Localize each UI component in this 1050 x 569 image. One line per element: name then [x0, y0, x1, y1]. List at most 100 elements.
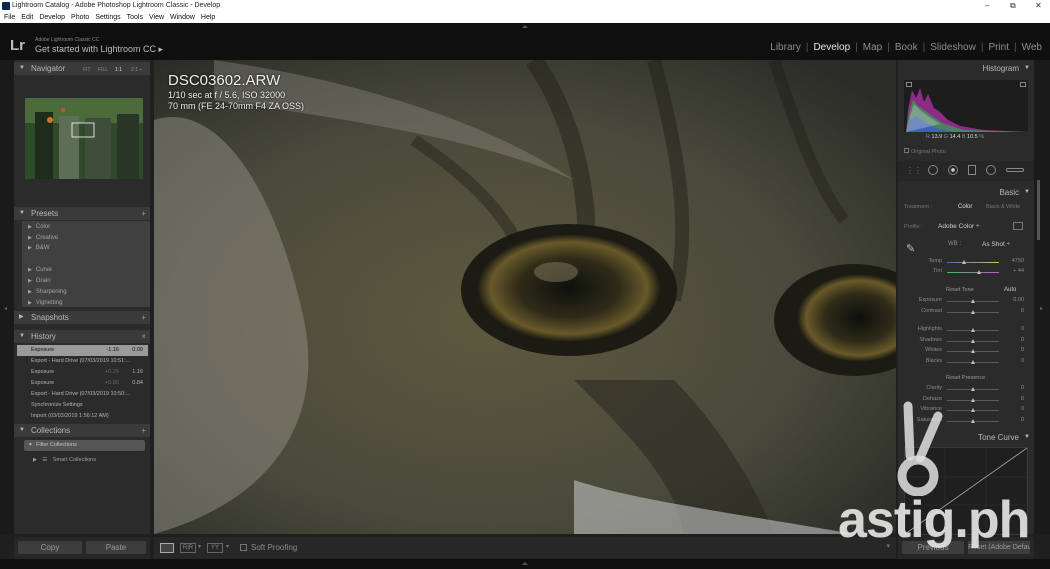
before-after-dropdown-icon[interactable]: ▾	[198, 543, 201, 550]
slider-value[interactable]: 0	[1021, 308, 1024, 314]
clear-history-icon[interactable]: ×	[141, 330, 146, 343]
slider-shadows[interactable]: Shadows 0	[900, 337, 1024, 346]
slider-value[interactable]: 0.00	[1013, 297, 1024, 303]
slider-clarity[interactable]: Clarity 0	[900, 385, 1024, 394]
slider-knob[interactable]	[971, 328, 975, 332]
right-scrollbar[interactable]	[1037, 180, 1040, 240]
copy-button[interactable]: Copy	[18, 541, 82, 554]
white-balance-picker-icon[interactable]: ✎	[906, 242, 920, 256]
navigator-header[interactable]: ▼ Navigator FIT FILL 1:1 2:1 ÷	[14, 62, 150, 75]
preset-group-vignetting[interactable]: ▶ Vignetting	[28, 300, 62, 306]
preset-group-curve[interactable]: ▶ Curve	[28, 267, 52, 273]
preset-group-sharpening[interactable]: ▶ Sharpening	[28, 289, 67, 295]
basic-header[interactable]: Basic ▼	[898, 186, 1034, 199]
red-eye-icon[interactable]	[948, 165, 958, 175]
menu-help[interactable]: Help	[201, 14, 215, 21]
menu-settings[interactable]: Settings	[95, 14, 120, 21]
close-icon[interactable]: ✕	[1035, 0, 1042, 12]
module-web[interactable]: Web	[1022, 42, 1042, 53]
zoom-2-1[interactable]: 2:1 ÷	[131, 64, 142, 77]
collapse-right-icon[interactable]: ▸	[1040, 305, 1043, 312]
temp-slider[interactable]: Temp 4750	[900, 258, 1024, 267]
module-develop[interactable]: Develop	[813, 42, 850, 53]
restore-icon[interactable]: ⧉	[1010, 0, 1016, 12]
slider-track[interactable]	[947, 299, 999, 303]
profile-select[interactable]: Adobe Color ÷	[938, 223, 980, 230]
history-row[interactable]: Export - Hard Drive (07/03/2019 10:51:..…	[17, 356, 148, 367]
shadow-clipping-icon[interactable]	[906, 82, 912, 87]
menu-window[interactable]: Window	[170, 14, 195, 21]
slider-track[interactable]	[947, 349, 999, 353]
wb-select[interactable]: As Shot ÷	[982, 241, 1010, 248]
photo-canvas[interactable]: DSC03602.ARW 1/10 sec at f / 5.6, ISO 32…	[154, 60, 896, 534]
slider-track[interactable]	[947, 419, 999, 423]
tint-slider[interactable]: Tint + 44	[900, 268, 1024, 277]
preset-group-bw[interactable]: ▶ B&W	[28, 245, 50, 251]
original-photo-checkbox[interactable]: Original Photo	[904, 148, 946, 155]
module-book[interactable]: Book	[895, 42, 918, 53]
history-row[interactable]: Synchronize Settings	[17, 400, 148, 411]
temp-value[interactable]: 4750	[1012, 258, 1024, 264]
preset-group-creative[interactable]: ▶ Creative	[28, 235, 58, 241]
reset-presence-label[interactable]: Reset Presence	[946, 375, 985, 381]
menu-photo[interactable]: Photo	[71, 14, 89, 21]
slider-knob[interactable]	[971, 339, 975, 343]
history-row[interactable]: Exposure -1.16 0.00	[17, 345, 148, 356]
collapse-top-icon[interactable]	[522, 25, 528, 28]
slider-value[interactable]: 0	[1021, 347, 1024, 353]
slider-track[interactable]	[947, 408, 999, 412]
slider-knob[interactable]	[971, 419, 975, 423]
module-slideshow[interactable]: Slideshow	[930, 42, 976, 53]
slider-value[interactable]: 0	[1021, 396, 1024, 402]
right-panel-edge[interactable]: ▸	[1034, 60, 1050, 534]
treatment-bw-option[interactable]: Black & White	[986, 204, 1020, 210]
slider-contrast[interactable]: Contrast 0	[900, 308, 1024, 317]
slider-knob[interactable]	[971, 349, 975, 353]
slider-track[interactable]	[947, 310, 999, 314]
highlight-clipping-icon[interactable]	[1020, 82, 1026, 87]
add-snapshot-icon[interactable]: +	[141, 311, 146, 324]
histogram-header[interactable]: Histogram ▼	[898, 62, 1034, 75]
before-after-icon[interactable]: R|R	[180, 543, 196, 553]
slider-knob[interactable]	[971, 387, 975, 391]
paste-button[interactable]: Paste	[86, 541, 146, 554]
history-row[interactable]: Exposure +0.90 0.84	[17, 378, 148, 389]
reset-tone-label[interactable]: Reset Tone	[946, 287, 974, 293]
slider-track[interactable]	[947, 339, 999, 343]
slider-track[interactable]	[947, 328, 999, 332]
slider-value[interactable]: 0	[1021, 326, 1024, 332]
treatment-color-option[interactable]: Color	[958, 204, 972, 210]
smart-collections-item[interactable]: ▶ ☰ Smart Collections	[33, 457, 96, 463]
soft-proofing-checkbox[interactable]	[240, 544, 247, 551]
history-row[interactable]: Export - Hard Drive (07/03/2019 10:50:..…	[17, 389, 148, 400]
menu-edit[interactable]: Edit	[21, 14, 33, 21]
profile-browser-icon[interactable]	[1013, 222, 1023, 230]
preset-group-grain[interactable]: ▶ Grain	[28, 278, 51, 284]
module-library[interactable]: Library	[770, 42, 801, 53]
navigator-preview[interactable]	[25, 98, 143, 179]
slider-exposure[interactable]: Exposure 0.00	[900, 297, 1024, 306]
zoom-fit[interactable]: FIT	[83, 64, 91, 77]
slider-track[interactable]	[947, 398, 999, 402]
identity-plate-line2[interactable]: Get started with Lightroom CC ▸	[35, 44, 163, 55]
history-row[interactable]: Exposure +0.25 1.16	[17, 367, 148, 378]
slider-knob[interactable]	[971, 398, 975, 402]
minimize-icon[interactable]: –	[985, 0, 989, 12]
tint-value[interactable]: + 44	[1013, 268, 1024, 274]
crop-overlay-icon[interactable]: ⋮⋮	[906, 166, 922, 175]
slider-value[interactable]: 0	[1021, 417, 1024, 423]
slider-knob[interactable]	[971, 408, 975, 412]
zoom-1-1[interactable]: 1:1	[115, 64, 122, 77]
loupe-view-icon[interactable]	[160, 543, 174, 553]
snapshots-header[interactable]: ▶ Snapshots +	[14, 311, 150, 324]
module-print[interactable]: Print	[988, 42, 1009, 53]
menu-view[interactable]: View	[149, 14, 164, 21]
slider-knob[interactable]	[971, 310, 975, 314]
module-map[interactable]: Map	[863, 42, 882, 53]
slider-knob[interactable]	[971, 299, 975, 303]
add-preset-icon[interactable]: +	[141, 207, 146, 220]
temp-knob[interactable]	[961, 260, 966, 264]
slider-value[interactable]: 0	[1021, 385, 1024, 391]
tint-knob[interactable]	[977, 270, 982, 274]
tint-track[interactable]	[947, 270, 999, 274]
